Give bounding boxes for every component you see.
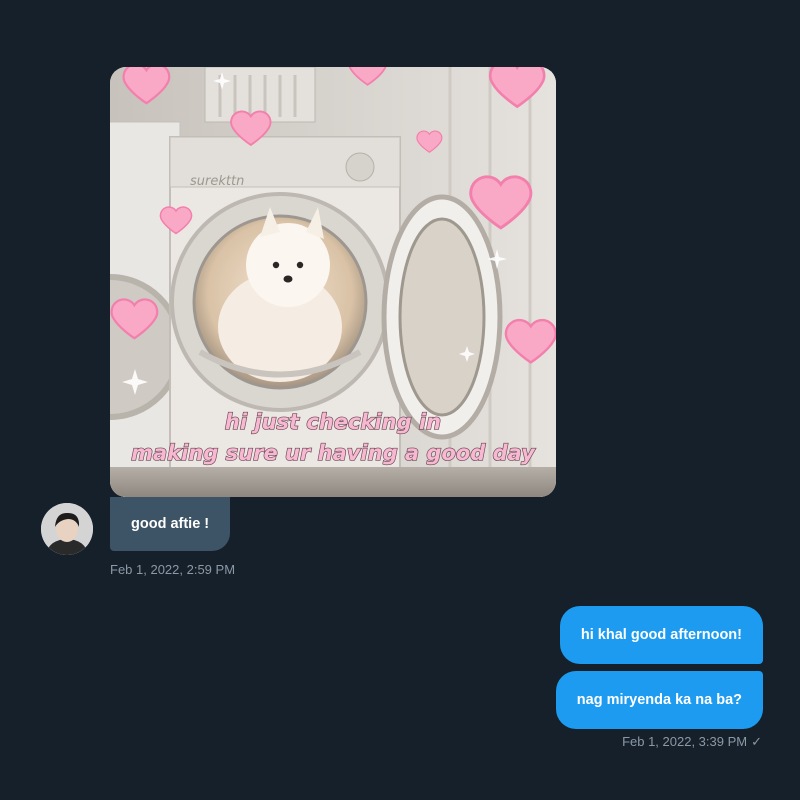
sent-message-timestamp-row: Feb 1, 2022, 3:39 PM ✓ bbox=[622, 734, 762, 750]
received-message-bubble[interactable]: good aftie ! bbox=[110, 497, 231, 551]
sent-message-timestamp: Feb 1, 2022, 3:39 PM bbox=[622, 734, 748, 749]
sent-message-bubble[interactable]: hi khal good afternoon! bbox=[559, 606, 763, 664]
dryer-brand-label: surekttn bbox=[190, 174, 244, 189]
sent-message-bubble[interactable]: nag miryenda ka na ba? bbox=[555, 671, 763, 729]
check-icon: ✓ bbox=[751, 734, 762, 749]
meme-caption-line-1: hi just checking in bbox=[225, 410, 441, 434]
meme-caption-line-2: making sure ur having a good day bbox=[131, 441, 536, 465]
meme-illustration: surekttn hi just checking in making sure… bbox=[110, 67, 556, 497]
avatar-photo bbox=[41, 503, 93, 555]
received-message-timestamp: Feb 1, 2022, 2:59 PM bbox=[110, 562, 236, 577]
received-media-image[interactable]: surekttn hi just checking in making sure… bbox=[110, 67, 556, 497]
sender-avatar[interactable] bbox=[41, 503, 93, 555]
